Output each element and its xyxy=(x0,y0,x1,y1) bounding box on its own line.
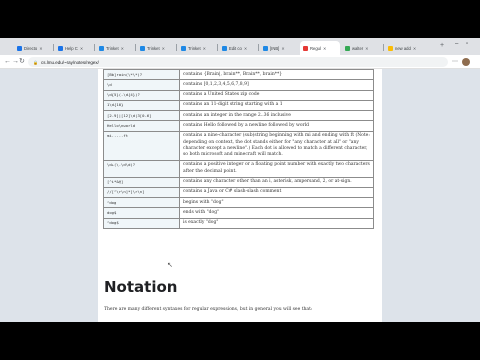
table-row: \d contains [0,1,2,3,4,5,6,7,8,9] xyxy=(103,79,374,91)
regex-pattern-cell: Hello\nworld xyxy=(103,120,180,132)
regex-description-cell: contains a Java or C# slash-slash commen… xyxy=(179,186,374,199)
extensions-icon[interactable]: ⋯ xyxy=(452,58,458,65)
browser-window: Directo ✕ Help C ✕ Trinket ✕ Trinket ✕ Trink… xyxy=(0,38,480,322)
regex-description-cell: contains a United States zip code xyxy=(179,89,374,101)
tab-1[interactable]: Help C ✕ xyxy=(55,41,93,55)
table-row: [^i*&@] contains any character other than… xyxy=(103,176,374,188)
regex-pattern-cell: dog$ xyxy=(103,207,180,219)
tab-8[interactable]: walter ✕ xyxy=(342,41,382,55)
table-row: //[^\r\n]*[\r\n] contains a Java or C# sl… xyxy=(103,186,374,199)
regex-pattern-cell: \d+(\.\d\d)? xyxy=(103,159,180,178)
regex-pattern-cell: [^i*&@] xyxy=(103,176,180,188)
regex-pattern-cell: mi.....ft xyxy=(103,130,180,161)
regex-description-cell: ends with "dog" xyxy=(179,207,374,219)
new-tab-icon[interactable]: + xyxy=(440,42,444,49)
tab-6[interactable]: [INB] ✕ xyxy=(260,41,298,55)
regex-description-cell: contains {Brain|, brain**, Brain**, brai… xyxy=(179,69,374,81)
tab-favicon-icon xyxy=(345,45,350,51)
maximize-icon[interactable]: ▫ xyxy=(466,41,468,47)
tab-favicon-icon xyxy=(140,45,145,51)
tab-2[interactable]: Trinket ✕ xyxy=(96,41,134,55)
regex-pattern-cell: \d xyxy=(103,79,180,91)
regex-description-cell: contains Hello followed by a newline fol… xyxy=(179,120,374,132)
close-icon[interactable]: ✕ xyxy=(281,46,284,51)
tab-0[interactable]: Directo ✕ xyxy=(14,41,52,55)
regex-pattern-cell: //[^\r\n]*[\r\n] xyxy=(103,186,180,199)
tab-favicon-icon xyxy=(388,45,393,51)
tab-7-active[interactable]: Regul ✕ xyxy=(300,41,340,55)
table-row: \d+(\.\d\d)? contains a positive integer … xyxy=(103,159,374,178)
regex-description-cell: contains a nine-character (sub)string be… xyxy=(179,130,374,161)
table-row: [2-9]|[12]\d|3[0-6] contains an integer i… xyxy=(103,110,374,122)
table-row: ^dog$ is exactly "dog" xyxy=(103,217,374,230)
forward-icon[interactable]: → xyxy=(12,57,19,66)
tab-4[interactable]: Trinket ✕ xyxy=(178,41,216,55)
back-icon[interactable]: ← xyxy=(4,57,11,66)
regex-description-cell: begins with "dog" xyxy=(179,197,374,209)
tab-favicon-icon xyxy=(17,45,22,51)
url-text: cs.lmu.edu/~ray/notes/regex/ xyxy=(40,59,99,65)
table-row: mi.....ft contains a nine-character (sub)… xyxy=(103,130,374,161)
reload-icon[interactable]: ↻ xyxy=(19,57,25,66)
regex-description-cell: contains a positive integer or a floatin… xyxy=(179,159,374,178)
tab-9[interactable]: new add ✕ xyxy=(385,41,425,55)
table-row: 1\d{10} contains an 11-digit string start… xyxy=(103,99,374,112)
table-row: [Bb]rain(\*\*)? contains {Brain|, brain**… xyxy=(103,69,374,81)
page-viewport: [Bb]rain(\*\*)? contains {Brain|, brain**… xyxy=(0,69,480,322)
table-row: \d{5}(-\d{4})? contains a United States z… xyxy=(103,89,374,101)
close-icon[interactable]: ✕ xyxy=(39,46,42,51)
tab-favicon-icon xyxy=(99,45,104,51)
regex-pattern-cell: [Bb]rain(\*\*)? xyxy=(103,69,180,81)
regex-pattern-cell: \d{5}(-\d{4})? xyxy=(103,89,180,101)
regex-examples-table: [Bb]rain(\*\*)? contains {Brain|, brain**… xyxy=(103,69,374,230)
table-row: ^dog begins with "dog" xyxy=(103,197,374,209)
section-heading: Notation xyxy=(104,278,178,296)
regex-description-cell: is exactly "dog" xyxy=(179,217,374,230)
minimize-icon[interactable]: – xyxy=(455,41,458,47)
regex-pattern-cell: ^dog xyxy=(103,197,180,209)
close-icon[interactable]: ✕ xyxy=(203,46,206,51)
browser-toolbar: ← → ↻ 🔒 cs.lmu.edu/~ray/notes/regex/ ⋯ xyxy=(0,55,480,69)
tab-strip: Directo ✕ Help C ✕ Trinket ✕ Trinket ✕ Trink… xyxy=(0,38,480,55)
lock-icon: 🔒 xyxy=(33,59,38,65)
close-icon[interactable]: ✕ xyxy=(244,46,247,51)
tab-favicon-icon xyxy=(263,45,268,51)
regex-description-cell: contains [0,1,2,3,4,5,6,7,8,9] xyxy=(179,79,374,91)
address-bar[interactable]: 🔒 cs.lmu.edu/~ray/notes/regex/ xyxy=(28,57,448,67)
table-row: dog$ ends with "dog" xyxy=(103,207,374,219)
tab-favicon-icon xyxy=(222,45,227,51)
section-intro: There are many different syntaxes for re… xyxy=(104,307,313,312)
regex-description-cell: contains an 11-digit string starting wit… xyxy=(179,99,374,112)
close-icon[interactable]: ✕ xyxy=(162,46,165,51)
tab-favicon-icon xyxy=(303,45,308,51)
page-content: [Bb]rain(\*\*)? contains {Brain|, brain**… xyxy=(98,69,382,322)
mouse-cursor-icon: ↖ xyxy=(167,262,173,269)
tab-favicon-icon xyxy=(181,45,186,51)
close-icon[interactable]: ✕ xyxy=(365,46,368,51)
tab-favicon-icon xyxy=(58,45,63,51)
regex-description-cell: contains an integer in the range 2..36 i… xyxy=(179,110,374,122)
tab-3[interactable]: Trinket ✕ xyxy=(137,41,175,55)
regex-description-cell: contains any character other than an i, … xyxy=(179,176,374,188)
regex-pattern-cell: 1\d{10} xyxy=(103,99,180,112)
close-icon[interactable]: ✕ xyxy=(80,46,83,51)
tab-5[interactable]: Edit co ✕ xyxy=(219,41,257,55)
close-icon[interactable]: ✕ xyxy=(413,46,416,51)
close-icon[interactable]: ✕ xyxy=(323,46,326,51)
table-row: Hello\nworld contains Hello followed by a… xyxy=(103,120,374,132)
profile-avatar[interactable] xyxy=(462,58,470,66)
regex-pattern-cell: ^dog$ xyxy=(103,217,180,230)
close-icon[interactable]: ✕ xyxy=(121,46,124,51)
regex-pattern-cell: [2-9]|[12]\d|3[0-6] xyxy=(103,110,180,122)
